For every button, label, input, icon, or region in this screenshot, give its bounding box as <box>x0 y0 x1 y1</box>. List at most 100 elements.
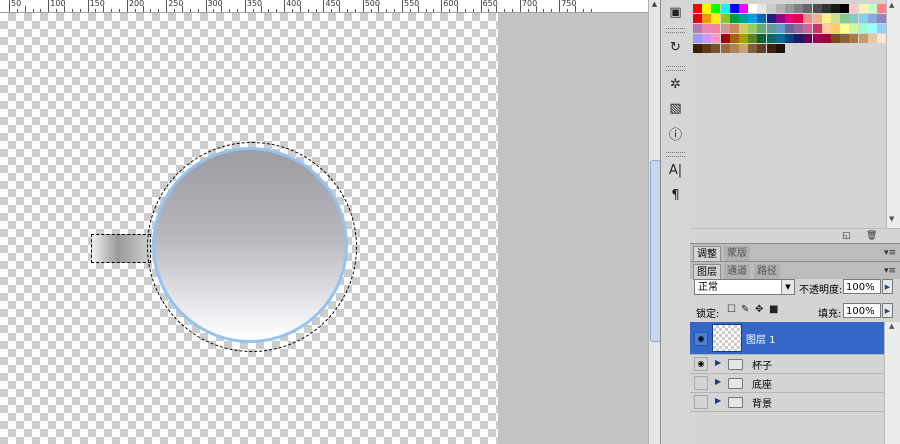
color-swatch[interactable] <box>785 14 794 23</box>
color-swatch[interactable] <box>711 4 721 13</box>
swatches-scrollbar[interactable]: ▲ ▼ <box>886 0 900 228</box>
tab-adjustments[interactable]: 调整 <box>693 246 721 262</box>
color-swatch[interactable] <box>757 4 767 13</box>
color-swatch[interactable] <box>711 24 721 33</box>
scroll-up-arrow[interactable]: ▲ <box>889 1 894 9</box>
scroll-up-arrow[interactable]: ▲ <box>889 322 894 330</box>
color-swatch[interactable] <box>739 4 748 13</box>
strip-grip[interactable] <box>666 152 685 157</box>
tab-channels[interactable]: 通道 <box>724 264 750 279</box>
color-swatch[interactable] <box>794 4 804 13</box>
scroll-down-arrow[interactable]: ▼ <box>889 215 894 223</box>
color-swatch[interactable] <box>831 24 840 33</box>
character-icon[interactable]: A| <box>665 161 686 180</box>
color-swatch[interactable] <box>877 24 886 33</box>
color-swatch[interactable] <box>785 34 794 43</box>
canvas-area[interactable] <box>0 13 648 444</box>
color-swatch[interactable] <box>693 14 702 23</box>
color-swatch[interactable] <box>702 14 712 23</box>
tab-paths[interactable]: 路径 <box>754 264 780 279</box>
color-swatch[interactable] <box>877 14 886 23</box>
layer-group-row[interactable]: ◉ ▶ 杯子 <box>690 355 884 374</box>
color-swatch[interactable] <box>693 24 702 33</box>
strip-grip[interactable] <box>666 28 685 33</box>
color-swatch[interactable] <box>867 24 877 33</box>
expand-arrow-icon[interactable]: ▶ <box>715 358 721 367</box>
document-canvas[interactable] <box>0 13 498 444</box>
color-swatch[interactable] <box>748 24 758 33</box>
color-swatch[interactable] <box>739 34 748 43</box>
color-swatch[interactable] <box>831 34 840 43</box>
opacity-slider-arrow[interactable]: ▶ <box>882 279 893 294</box>
color-swatch[interactable] <box>812 24 822 33</box>
color-swatch[interactable] <box>693 44 702 53</box>
visibility-toggle[interactable] <box>694 376 708 390</box>
expand-arrow-icon[interactable]: ▶ <box>715 377 721 386</box>
color-swatch[interactable] <box>812 14 822 23</box>
color-swatch[interactable] <box>812 34 822 43</box>
color-swatch[interactable] <box>702 4 712 13</box>
color-swatch[interactable] <box>840 34 850 43</box>
color-swatch[interactable] <box>877 4 886 13</box>
layer-row-active[interactable]: ◉ 图层 1 <box>690 322 884 355</box>
color-swatch[interactable] <box>766 14 776 23</box>
fill-slider-arrow[interactable]: ▶ <box>882 303 893 318</box>
strip-grip[interactable] <box>666 66 685 71</box>
layer-group-row[interactable]: ▶ 背景 <box>690 393 884 412</box>
color-swatch[interactable] <box>766 34 776 43</box>
history-icon[interactable]: ↻ <box>665 38 686 57</box>
blend-mode-select[interactable]: 正常 ▼ <box>694 279 795 295</box>
lock-pixels-icon[interactable]: ✎ <box>741 304 749 315</box>
cup-handle-selection[interactable] <box>91 234 151 263</box>
color-swatch[interactable] <box>748 34 758 43</box>
color-swatch[interactable] <box>821 24 831 33</box>
color-swatch[interactable] <box>794 24 804 33</box>
color-swatch[interactable] <box>840 24 850 33</box>
color-swatch[interactable] <box>840 14 850 23</box>
info-icon[interactable]: ⓘ <box>665 124 686 143</box>
color-swatch[interactable] <box>720 24 730 33</box>
color-swatch[interactable] <box>821 4 831 13</box>
color-swatch[interactable] <box>748 14 758 23</box>
cup-body[interactable] <box>152 147 348 343</box>
color-swatch[interactable] <box>711 14 721 23</box>
color-swatch[interactable] <box>803 24 813 33</box>
color-swatch[interactable] <box>729 14 739 23</box>
color-swatch[interactable] <box>821 34 831 43</box>
layers-scrollbar[interactable]: ▲ <box>884 322 900 444</box>
color-swatch[interactable] <box>757 14 767 23</box>
color-swatch[interactable] <box>739 14 748 23</box>
color-swatch[interactable] <box>757 34 767 43</box>
color-swatch[interactable] <box>711 44 721 53</box>
color-swatch[interactable] <box>858 4 868 13</box>
color-swatch[interactable] <box>757 24 767 33</box>
color-swatch[interactable] <box>720 44 730 53</box>
color-swatch[interactable] <box>702 34 712 43</box>
scroll-up-arrow[interactable]: ▲ <box>650 0 659 10</box>
eye-icon[interactable]: ◉ <box>694 332 708 346</box>
color-swatch[interactable] <box>711 34 721 43</box>
visibility-toggle[interactable] <box>694 395 708 409</box>
fill-input[interactable]: 100% <box>843 303 881 318</box>
paragraph-icon[interactable]: ¶ <box>665 186 686 205</box>
color-swatch[interactable] <box>858 34 868 43</box>
lock-position-icon[interactable]: ✥ <box>755 304 763 315</box>
opacity-input[interactable]: 100% <box>843 279 881 294</box>
color-swatch[interactable] <box>831 4 840 13</box>
color-swatch[interactable] <box>739 24 748 33</box>
color-swatch[interactable] <box>766 4 776 13</box>
color-swatch[interactable] <box>785 4 794 13</box>
color-swatch[interactable] <box>867 4 877 13</box>
color-swatch[interactable] <box>775 44 785 53</box>
panel-menu-icon[interactable]: ▾≡ <box>884 248 896 258</box>
color-swatch[interactable] <box>775 34 785 43</box>
color-swatch[interactable] <box>803 34 813 43</box>
color-swatch[interactable] <box>766 24 776 33</box>
color-swatch[interactable] <box>877 34 886 43</box>
color-swatch[interactable] <box>849 4 859 13</box>
color-swatch[interactable] <box>720 34 730 43</box>
color-swatch[interactable] <box>849 24 859 33</box>
layer-name[interactable]: 图层 1 <box>746 331 776 346</box>
color-swatch[interactable] <box>693 4 702 13</box>
color-swatch[interactable] <box>693 34 702 43</box>
